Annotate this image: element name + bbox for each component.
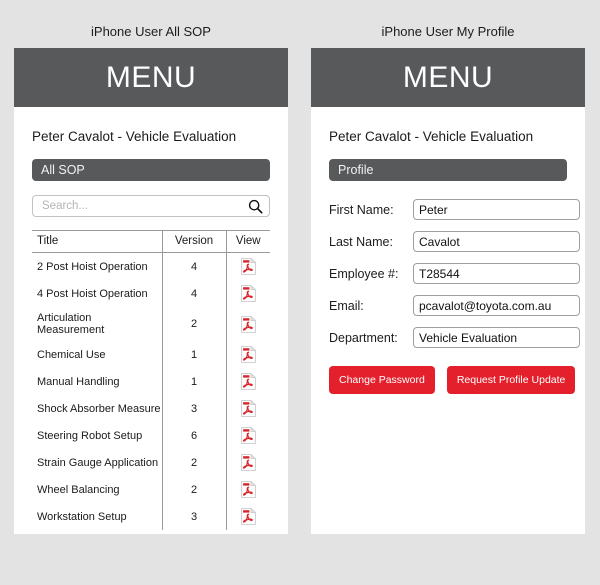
field-label-employee: Employee #:: [329, 266, 399, 281]
field-input-first-name[interactable]: [413, 199, 580, 220]
field-label-email: Email:: [329, 298, 364, 313]
form-row-department: Department:: [329, 327, 580, 348]
cell-title: Manual Handling: [37, 375, 120, 388]
screenshot-root: iPhone User All SOP MENU Peter Cavalot -…: [0, 0, 600, 585]
cell-title: 2 Post Hoist Operation: [37, 260, 148, 273]
menu-bar-right[interactable]: MENU: [311, 48, 585, 107]
menu-bar-left[interactable]: MENU: [14, 48, 288, 107]
cell-version: 2: [161, 307, 226, 341]
cell-view[interactable]: [225, 422, 270, 449]
pdf-icon[interactable]: [240, 507, 257, 525]
form-row-employee: Employee #:: [329, 263, 580, 284]
form-row-last-name: Last Name:: [329, 231, 580, 252]
pdf-icon[interactable]: [240, 372, 257, 390]
cell-title: Strain Gauge Application: [37, 456, 159, 469]
table-row[interactable]: Strain Gauge Application 2: [32, 449, 270, 476]
cell-title: Shock Absorber Measure: [37, 402, 161, 415]
cell-version: 3: [161, 395, 226, 422]
change-password-button[interactable]: Change Password: [329, 366, 435, 394]
cell-view[interactable]: [225, 252, 270, 280]
field-input-last-name[interactable]: [413, 231, 580, 252]
request-profile-update-button[interactable]: Request Profile Update: [446, 366, 576, 394]
pdf-icon[interactable]: [240, 315, 257, 333]
profile-form: First Name: Last Name: Employee #: Email: De…: [329, 199, 580, 348]
cell-version: 4: [161, 252, 226, 280]
cell-title: Chemical Use: [37, 348, 106, 361]
pdf-icon[interactable]: [240, 480, 257, 498]
table-row[interactable]: Workstation Setup 3: [32, 503, 270, 530]
field-label-last-name: Last Name:: [329, 234, 393, 249]
search-icon[interactable]: [248, 199, 263, 214]
cell-version: 1: [161, 368, 226, 395]
cell-version: 1: [161, 341, 226, 368]
cell-view[interactable]: [225, 476, 270, 503]
table-row[interactable]: 2 Post Hoist Operation 4: [32, 252, 270, 280]
iphone-my-profile-panel: MENU Peter Cavalot - Vehicle Evaluation …: [311, 48, 585, 534]
field-input-employee[interactable]: [413, 263, 580, 284]
right-panel-caption: iPhone User My Profile: [381, 24, 515, 39]
field-label-first-name: First Name:: [329, 202, 394, 217]
field-label-department: Department:: [329, 330, 398, 345]
cell-version: 6: [161, 422, 226, 449]
cell-version: 2: [161, 449, 226, 476]
left-panel-body: Peter Cavalot - Vehicle Evaluation All S…: [14, 129, 288, 530]
cell-view[interactable]: [225, 503, 270, 530]
cell-title: Workstation Setup: [37, 510, 127, 523]
right-panel-body: Peter Cavalot - Vehicle Evaluation Profi…: [311, 129, 585, 394]
menu-title-left: MENU: [105, 60, 197, 94]
column-header-title[interactable]: Title: [32, 230, 162, 253]
section-bar-label-left: All SOP: [41, 163, 85, 177]
cell-view[interactable]: [225, 280, 270, 307]
form-row-email: Email:: [329, 295, 580, 316]
table-row[interactable]: Articulation Measurement 2: [32, 307, 270, 341]
pdf-icon[interactable]: [240, 426, 257, 444]
left-panel-caption: iPhone User All SOP: [91, 24, 211, 39]
iphone-all-sop-panel: MENU Peter Cavalot - Vehicle Evaluation …: [14, 48, 288, 534]
cell-version: 2: [161, 476, 226, 503]
pdf-icon[interactable]: [240, 399, 257, 417]
cell-view[interactable]: [225, 368, 270, 395]
pdf-icon[interactable]: [240, 284, 257, 302]
menu-title-right: MENU: [402, 60, 494, 94]
cell-version: 3: [161, 503, 226, 530]
cell-view[interactable]: [225, 395, 270, 422]
cell-view[interactable]: [225, 307, 270, 341]
user-department-line-left: Peter Cavalot - Vehicle Evaluation: [32, 129, 237, 144]
search-input[interactable]: Search...: [42, 200, 248, 212]
table-row[interactable]: Shock Absorber Measure 3: [32, 395, 270, 422]
sop-table: Title Version View 2 Post Hoist Operatio…: [32, 230, 270, 530]
pdf-icon[interactable]: [240, 257, 257, 275]
table-row[interactable]: Steering Robot Setup 6: [32, 422, 270, 449]
table-row[interactable]: Chemical Use 1: [32, 341, 270, 368]
column-header-view[interactable]: View: [225, 230, 270, 253]
cell-view[interactable]: [225, 449, 270, 476]
column-header-version[interactable]: Version: [161, 230, 226, 253]
profile-actions: Change Password Request Profile Update: [329, 366, 576, 394]
form-row-first-name: First Name:: [329, 199, 580, 220]
cell-version: 4: [161, 280, 226, 307]
field-input-department[interactable]: [413, 327, 580, 348]
search-bar[interactable]: Search...: [32, 195, 270, 217]
section-bar-label-right: Profile: [338, 163, 374, 177]
cell-title: Articulation Measurement: [37, 312, 105, 336]
table-header-row: Title Version View: [32, 230, 270, 253]
table-row[interactable]: Manual Handling 1: [32, 368, 270, 395]
user-department-line-right: Peter Cavalot - Vehicle Evaluation: [329, 129, 534, 144]
table-row[interactable]: 4 Post Hoist Operation 4: [32, 280, 270, 307]
section-bar-all-sop[interactable]: All SOP: [32, 159, 270, 181]
cell-title: Wheel Balancing: [37, 483, 120, 496]
pdf-icon[interactable]: [240, 453, 257, 471]
pdf-icon[interactable]: [240, 345, 257, 363]
section-bar-profile[interactable]: Profile: [329, 159, 567, 181]
cell-view[interactable]: [225, 341, 270, 368]
field-input-email[interactable]: [413, 295, 580, 316]
cell-title: Steering Robot Setup: [37, 429, 143, 442]
cell-title: 4 Post Hoist Operation: [37, 287, 148, 300]
table-row[interactable]: Wheel Balancing 2: [32, 476, 270, 503]
